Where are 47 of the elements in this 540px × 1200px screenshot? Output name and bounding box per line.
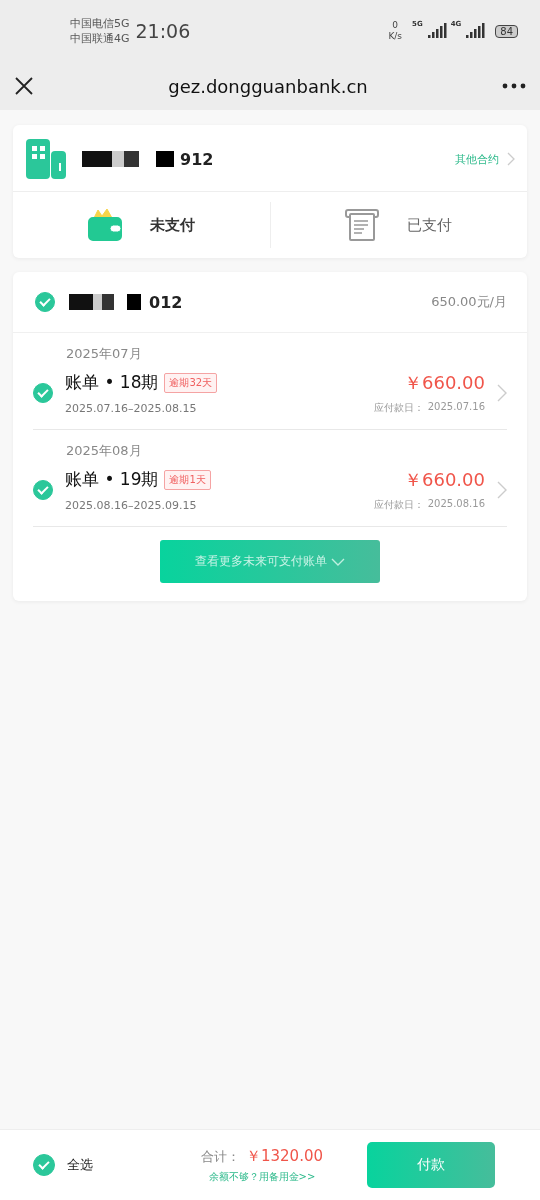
carrier-label: 中国电信5G (70, 16, 130, 31)
redaction-mark (69, 294, 141, 310)
checkbox[interactable] (33, 480, 53, 500)
chevron-right-icon (497, 481, 507, 499)
bill-row[interactable]: 账单 • 19期 逾期1天 2025.08.16–2025.09.15 ￥660.00 应付款日： 2025.08.16 (33, 468, 507, 512)
net-speed-text: K/s (388, 31, 402, 42)
monthly-rent: 650.00元/月 (431, 293, 507, 311)
checkbox[interactable] (33, 383, 53, 403)
due-date-label: 应付款日： (373, 401, 424, 415)
signal-icon (426, 23, 447, 39)
bill-title: 账单 • 18期 (65, 371, 159, 394)
total-amount: ￥1320.00 (245, 1146, 323, 1166)
signal-icon (465, 23, 486, 39)
chevron-down-icon (331, 557, 345, 566)
tab[interactable]: 未支付 (13, 192, 270, 258)
overdue-badge: 逾期32天 (164, 372, 218, 393)
net-speed-text: 0 (392, 20, 399, 31)
bill-amount: ￥660.00 (404, 371, 485, 395)
bill-period: 2025.08.16–2025.09.15 (65, 499, 198, 512)
contract-name: 012 (149, 292, 183, 312)
chevron-right-icon (507, 152, 515, 166)
more-icon[interactable] (502, 83, 526, 89)
due-date-label: 应付款日： (373, 498, 424, 512)
chevron-right-icon (497, 384, 507, 402)
due-date: 2025.08.16 (427, 498, 485, 511)
carrier-label: 中国联通4G (70, 31, 130, 46)
contract-name: 912 (180, 149, 214, 169)
clock-time: 21:06 (135, 20, 191, 42)
select-all-label: 全选 (67, 1156, 93, 1174)
building-icon (26, 139, 66, 179)
receipt-icon (345, 208, 380, 242)
bill-period: 2025.07.16–2025.08.15 (65, 402, 198, 415)
checkbox[interactable] (35, 292, 55, 312)
bill-month: 2025年08月 (66, 442, 143, 460)
bill-amount: ￥660.00 (404, 468, 485, 492)
bill-row[interactable]: 账单 • 18期 逾期32天 2025.07.16–2025.08.15 ￥660.00 应付款日： 2025.07.16 (33, 371, 507, 415)
overdue-badge: 逾期1天 (164, 469, 211, 490)
checkbox[interactable] (33, 1154, 55, 1176)
tab[interactable]: 已支付 (269, 202, 527, 248)
wallet-icon (87, 208, 122, 242)
due-date: 2025.07.16 (427, 401, 485, 414)
close-icon[interactable] (14, 76, 34, 96)
battery-indicator: 84 (495, 24, 518, 38)
page-url: gez.dongguanbank.cn (168, 75, 368, 97)
total-label: 合计： (200, 1147, 240, 1166)
bill-title: 账单 • 19期 (65, 468, 159, 491)
bill-month: 2025年07月 (66, 345, 143, 363)
